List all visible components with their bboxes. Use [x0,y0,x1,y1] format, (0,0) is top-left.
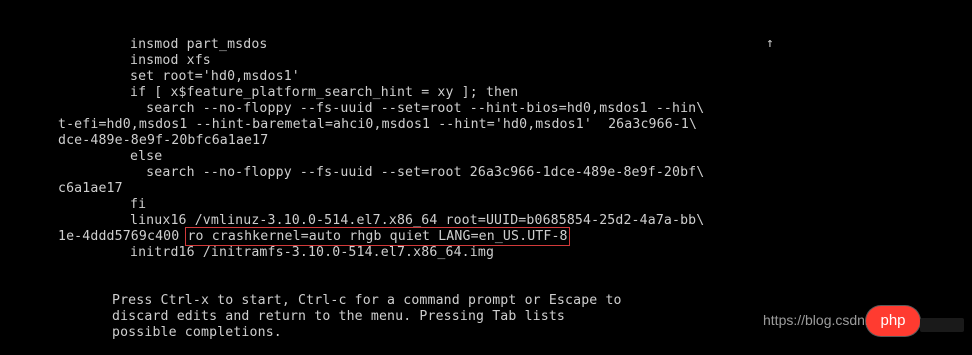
editor-line[interactable]: search --no-floppy --fs-uuid --set=root … [130,165,704,181]
editor-line[interactable]: else [130,149,162,165]
editor-line[interactable]: insmod part_msdos [130,37,268,53]
editor-line[interactable]: set root='hd0,msdos1' [130,69,300,85]
editor-line[interactable]: initrd16 /initramfs-3.10.0-514.el7.x86_6… [130,245,494,261]
help-text-line: Press Ctrl-x to start, Ctrl-c for a comm… [112,293,622,308]
grub-edit-screen: insmod part_msdos insmod xfs set root='h… [0,0,972,355]
editor-line-kernel-continuation[interactable]: 1e-4ddd5769c400 ro crashkernel=auto rhgb… [58,227,570,246]
editor-line[interactable]: t-efi=hd0,msdos1 --hint-baremetal=ahci0,… [58,117,697,133]
editor-line[interactable]: c6a1ae17 [58,181,123,197]
scroll-up-indicator-icon: ↑ [766,36,774,51]
help-text-line: possible completions. [112,325,282,340]
php-badge-logo: php [866,306,920,336]
badge-tail-decoration [920,318,964,332]
editor-line[interactable]: if [ x$feature_platform_search_hint = xy… [130,85,518,101]
kernel-uuid-tail: 1e-4ddd5769c400 [58,229,188,244]
help-text-line: discard edits and return to the menu. Pr… [112,309,566,324]
editor-line[interactable]: search --no-floppy --fs-uuid --set=root … [130,101,704,117]
editor-line[interactable]: insmod xfs [130,53,211,69]
editor-line[interactable]: linux16 /vmlinuz-3.10.0-514.el7.x86_64 r… [130,213,704,229]
editor-line[interactable]: fi [130,197,146,213]
kernel-args-highlight: ro crashkernel=auto rhgb quiet LANG=en_U… [185,227,570,246]
editor-line[interactable]: dce-489e-8e9f-20bfc6a1ae17 [58,133,268,149]
